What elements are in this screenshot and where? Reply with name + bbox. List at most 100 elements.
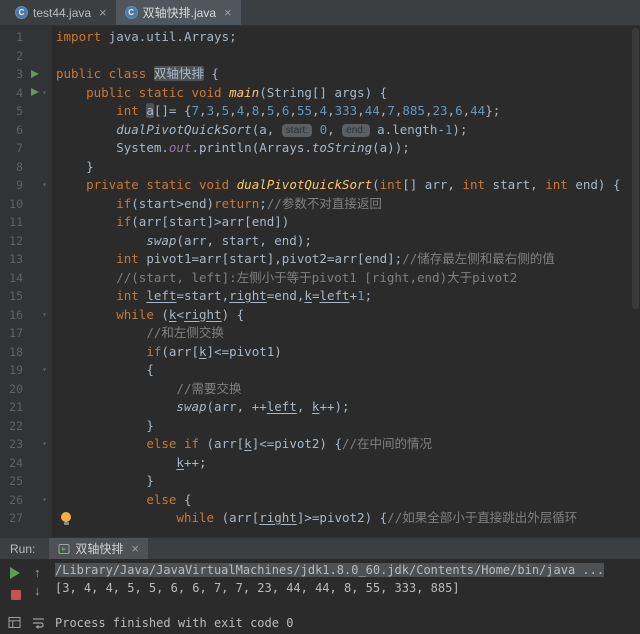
gutter-row[interactable]: 17 [0,324,52,343]
line-number: 16 [0,306,23,325]
gutter-row[interactable]: 24 [0,454,52,473]
gutter-row[interactable]: 5 [0,102,52,121]
code-token: [] arr, [402,177,462,192]
gutter-row[interactable]: 6 [0,121,52,140]
gutter-row[interactable]: 4▾ [0,84,52,103]
stop-button[interactable] [11,590,21,600]
code-token: ( [154,307,169,322]
code-line[interactable]: System.out.println(Arrays.toString(a)); [56,139,640,158]
gutter-row[interactable]: 7 [0,139,52,158]
code-token: k [304,288,312,303]
editor-scrollbar[interactable] [631,26,640,537]
code-token: ]<=pivot1) [207,344,282,359]
editor-tab[interactable]: C双轴快排.java× [116,0,241,25]
gutter-row[interactable]: 8 [0,158,52,177]
code-token: a [146,103,154,118]
code-line[interactable]: k++; [56,454,640,473]
gutter-row[interactable]: 25 [0,472,52,491]
gutter-row[interactable]: 9▾ [0,176,52,195]
code-line[interactable]: } [56,472,640,491]
line-number: 24 [0,454,23,473]
code-line[interactable]: private static void dualPivotQuickSort(i… [56,176,640,195]
fold-icon[interactable]: ▾ [42,491,47,510]
code-line[interactable]: //需要交换 [56,380,640,399]
gutter-row[interactable]: 13 [0,250,52,269]
tab-close-icon[interactable]: × [99,6,107,19]
code-line[interactable]: swap(arr, start, end); [56,232,640,251]
gutter-row[interactable]: 14 [0,269,52,288]
code-token: int [116,288,139,303]
code-line[interactable]: dualPivotQuickSort(a, start: 0, end: a.l… [56,121,640,140]
editor[interactable]: 1234▾56789▾10111213141516▾171819▾2021222… [0,26,640,537]
code-token: main [229,85,259,100]
code-line[interactable]: if(start>end)return;//参数不对直接返回 [56,195,640,214]
prev-occurrence-icon[interactable]: ↑ [34,566,41,579]
editor-tab[interactable]: Ctest44.java× [6,0,116,25]
code-line[interactable]: //和左侧交换 [56,324,640,343]
gutter-row[interactable]: 15 [0,287,52,306]
code-line[interactable]: int left=start,right=end,k=left+1; [56,287,640,306]
gutter-row[interactable]: 27 [0,509,52,528]
code-line[interactable]: else { [56,491,640,510]
code-line[interactable]: else if (arr[k]<=pivot2) {//在中间的情况 [56,435,640,454]
run-tab-close-icon[interactable]: × [131,542,139,555]
tab-label: 双轴快排.java [143,4,216,21]
code-line[interactable] [56,47,640,66]
code-line[interactable]: if(arr[start]>arr[end]) [56,213,640,232]
fold-icon[interactable]: ▾ [42,176,47,195]
gutter-row[interactable]: 3 [0,65,52,84]
gutter-row[interactable]: 21 [0,398,52,417]
gutter-row[interactable]: 1 [0,28,52,47]
fold-icon[interactable]: ▾ [42,306,47,325]
gutter-row[interactable]: 19▾ [0,361,52,380]
soft-wrap-icon[interactable] [32,616,45,629]
scrollbar-thumb[interactable] [632,28,639,309]
run-gutter-icon[interactable] [31,70,39,78]
gutter-row[interactable]: 22 [0,417,52,436]
code-comment: //参数不对直接返回 [267,196,382,211]
code-token: toString [312,140,372,155]
code-token: right [259,510,297,525]
code-line[interactable]: { [56,361,640,380]
code-line[interactable]: public static void main(String[] args) { [56,84,640,103]
code-line[interactable]: while (arr[right]>=pivot2) {//如果全部小于直接跳出… [56,509,640,528]
gutter-row[interactable]: 2 [0,47,52,66]
code-token: 885 [402,103,425,118]
code-line[interactable]: while (k<right) { [56,306,640,325]
code-line[interactable]: import java.util.Arrays; [56,28,640,47]
next-occurrence-icon[interactable]: ↓ [34,584,41,597]
code-line[interactable]: swap(arr, ++left, k++); [56,398,640,417]
rerun-button[interactable] [10,567,20,579]
gutter-row[interactable]: 18 [0,343,52,362]
editor-gutter[interactable]: 1234▾56789▾10111213141516▾171819▾2021222… [0,26,52,537]
code-line[interactable]: int pivot1=arr[start],pivot2=arr[end];//… [56,250,640,269]
code-line[interactable]: } [56,417,640,436]
fold-icon[interactable]: ▾ [42,361,47,380]
code-line[interactable]: public class 双轴快排 { [56,65,640,84]
code-token: , [274,103,282,118]
code-line[interactable]: //(start, left]:左侧小于等于pivot1 [right,end)… [56,269,640,288]
gutter-row[interactable]: 12 [0,232,52,251]
code-token: ++; [184,455,207,470]
code-token: { [176,492,191,507]
fold-icon[interactable]: ▾ [42,84,47,103]
gutter-row[interactable]: 10 [0,195,52,214]
restore-layout-icon[interactable] [8,616,21,629]
fold-icon[interactable]: ▾ [42,435,47,454]
tab-close-icon[interactable]: × [224,6,232,19]
code-line[interactable]: int a[]= {7,3,5,4,8,5,6,55,4,333,44,7,88… [56,102,640,121]
gutter-row[interactable]: 11 [0,213,52,232]
code-area[interactable]: import java.util.Arrays; public class 双轴快… [52,26,640,537]
console-output[interactable]: /Library/Java/JavaVirtualMachines/jdk1.8… [55,562,638,632]
gutter-row[interactable]: 20 [0,380,52,399]
run-console-tab[interactable]: 双轴快排 × [49,538,148,559]
code-line[interactable]: } [56,158,640,177]
code-token: int [116,251,139,266]
intention-bulb-icon[interactable] [61,512,71,522]
run-gutter-icon[interactable] [31,88,39,96]
gutter-row[interactable]: 26▾ [0,491,52,510]
gutter-row[interactable]: 23▾ [0,435,52,454]
code-token: swap [176,399,206,414]
gutter-row[interactable]: 16 ▾ [0,306,52,325]
code-line[interactable]: if(arr[k]<=pivot1) [56,343,640,362]
